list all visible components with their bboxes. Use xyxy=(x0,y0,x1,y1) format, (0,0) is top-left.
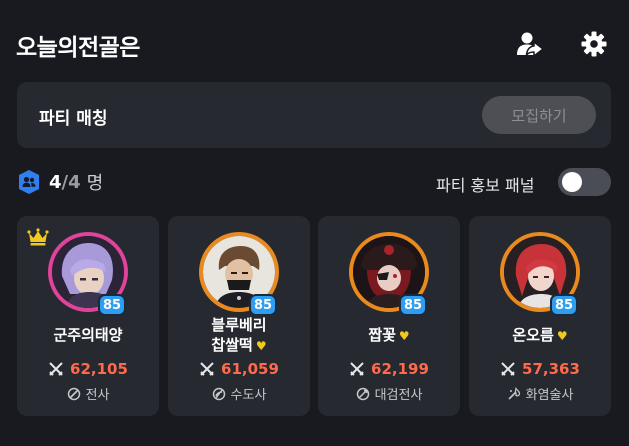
member-name-text: 군주의태양 xyxy=(53,326,123,344)
member-count-separator: / xyxy=(61,171,69,193)
member-name-text: 블루베리 xyxy=(211,315,267,334)
combat-power-value: 62,105 xyxy=(70,360,128,378)
warrior-class-icon xyxy=(67,387,80,400)
party-promo-toggle[interactable] xyxy=(558,168,611,196)
member-card[interactable]: 85 짭꽃 ♥ 62,199 대검전사 xyxy=(318,216,460,416)
member-name: 블루베리 찹쌀떡 ♥ xyxy=(168,312,310,358)
heart-icon: ♥ xyxy=(556,328,568,343)
heart-icon: ♥ xyxy=(398,328,410,343)
class-name: 화염술사 xyxy=(525,388,574,403)
member-name-text: 온오름 xyxy=(512,325,554,344)
combat-power-value: 61,059 xyxy=(221,360,279,378)
toggle-knob xyxy=(562,172,582,192)
party-matching-title: 파티 매칭 xyxy=(39,109,108,129)
top-bar: 오늘의전골은 xyxy=(0,0,629,82)
crossed-swords-icon xyxy=(49,362,63,376)
class-name: 대검전사 xyxy=(374,388,423,403)
party-matching-panel: 파티 매칭 모집하기 xyxy=(17,82,611,148)
fire-mage-class-icon xyxy=(508,386,520,400)
member-card[interactable]: 85 군주의태양 62,105 전사 xyxy=(17,216,159,416)
member-name: 군주의태양 xyxy=(17,312,159,358)
crossed-swords-icon xyxy=(350,362,364,376)
avatar: 85 xyxy=(48,232,128,316)
party-member-count: 4 / 4 명 xyxy=(17,168,103,196)
avatar: 85 xyxy=(500,232,580,316)
monk-class-icon xyxy=(212,387,225,400)
combat-power: 57,363 xyxy=(469,360,611,378)
crossed-swords-icon xyxy=(501,362,515,376)
combat-power: 62,199 xyxy=(318,360,460,378)
class-name: 전사 xyxy=(85,388,110,403)
combat-power: 62,105 xyxy=(17,360,159,378)
party-icon xyxy=(19,170,39,194)
character-class: 전사 xyxy=(17,384,159,403)
member-card[interactable]: 85 온오름 ♥ 57,363 화염술사 xyxy=(469,216,611,416)
avatar: 85 xyxy=(349,232,429,316)
user-share-icon[interactable] xyxy=(514,28,546,60)
guild-title: 오늘의전골은 xyxy=(16,35,140,61)
member-name-text: 짭꽃 xyxy=(368,325,396,344)
member-count-max: 4 xyxy=(68,171,81,193)
combat-power-value: 62,199 xyxy=(371,360,429,378)
member-count-unit: 명 xyxy=(86,173,104,194)
recruit-button[interactable]: 모집하기 xyxy=(482,96,596,134)
class-name: 수도사 xyxy=(230,388,267,403)
crown-icon xyxy=(27,228,49,246)
heart-icon: ♥ xyxy=(255,338,267,353)
greatsword-class-icon xyxy=(356,387,369,400)
avatar: 85 xyxy=(199,232,279,316)
member-name: 온오름 ♥ xyxy=(469,312,611,358)
gear-icon[interactable] xyxy=(578,28,610,60)
member-card[interactable]: 85 블루베리 찹쌀떡 ♥ 61,059 수도사 xyxy=(168,216,310,416)
member-name: 짭꽃 ♥ xyxy=(318,312,460,358)
character-class: 대검전사 xyxy=(318,384,460,403)
member-count-current: 4 xyxy=(49,171,62,193)
combat-power-value: 57,363 xyxy=(522,360,580,378)
combat-power: 61,059 xyxy=(168,360,310,378)
character-class: 화염술사 xyxy=(469,384,611,403)
party-promo-panel-label: 파티 홍보 패널 xyxy=(436,176,535,195)
member-name-text-line2: 찹쌀떡 xyxy=(211,335,253,354)
crossed-swords-icon xyxy=(200,362,214,376)
character-class: 수도사 xyxy=(168,384,310,403)
